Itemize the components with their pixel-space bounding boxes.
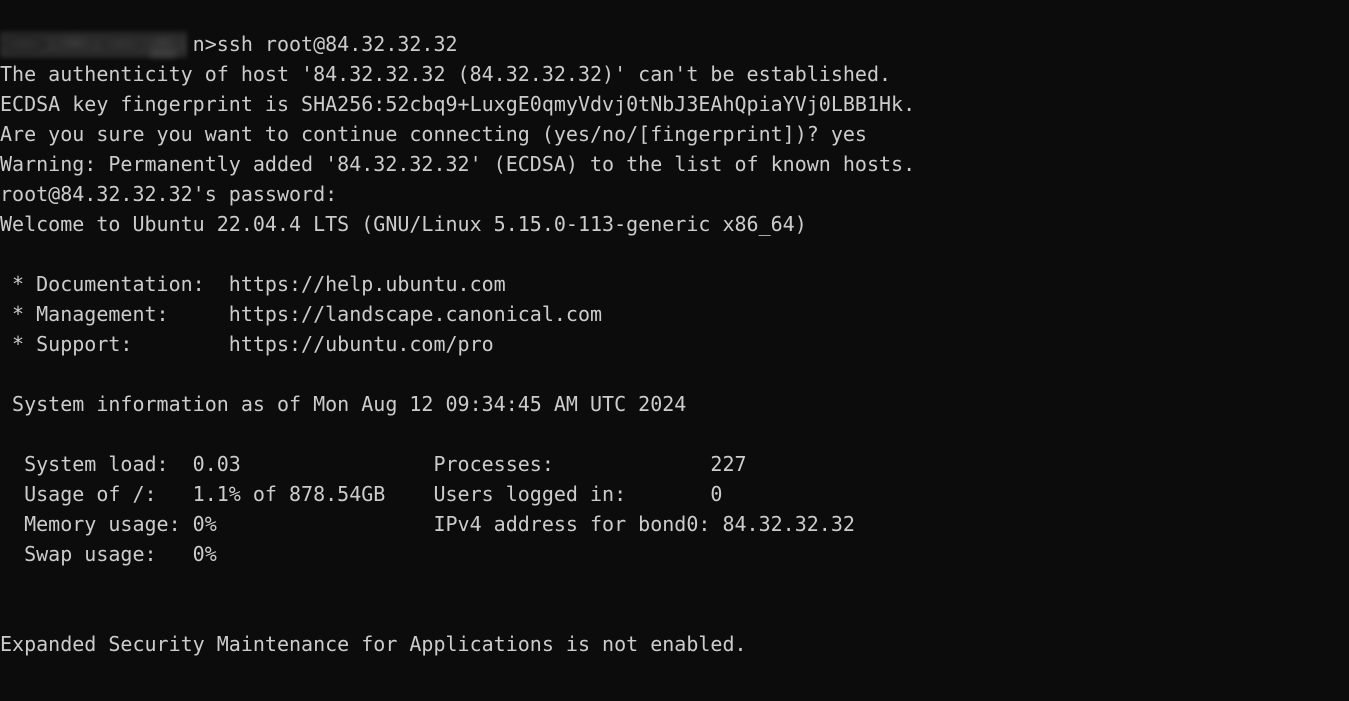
redacted-prompt-blur-tail [150,48,176,58]
terminal-line-stat-row-3: Memory usage: 0% IPv4 address for bond0:… [0,512,855,536]
terminal-line-blank-3 [0,419,1349,449]
terminal-line-link-support: * Support: https://ubuntu.com/pro [0,332,494,356]
terminal-line-password-prompt: root@84.32.32.32's password: [0,182,338,206]
terminal-line-esm-notice: Expanded Security Maintenance for Applic… [0,632,747,656]
terminal-window[interactable]: n>ssh root@84.32.32.32 The authenticity o… [0,0,1349,701]
terminal-line-continue-prompt: Are you sure you want to continue connec… [0,122,867,146]
terminal-line-host-authenticity: The authenticity of host '84.32.32.32 (8… [0,62,892,86]
terminal-line-blank-2 [0,359,1349,389]
terminal-line-stat-row-4: Swap usage: 0% [0,542,217,566]
terminal-line-blank-1 [0,239,1349,269]
terminal-line-blank-5 [0,599,1349,629]
terminal-line-link-management: * Management: https://landscape.canonica… [0,302,603,326]
terminal-line-welcome-banner: Welcome to Ubuntu 22.04.4 LTS (GNU/Linux… [0,212,807,236]
terminal-line-stat-row-1: System load: 0.03 Processes: 227 [0,452,747,476]
terminal-line-stat-row-2: Usage of /: 1.1% of 878.54GB Users logge… [0,482,723,506]
terminal-output: n>ssh root@84.32.32.32 The authenticity o… [0,29,1349,659]
terminal-line-blank-4 [0,569,1349,599]
terminal-line-known-hosts-warning: Warning: Permanently added '84.32.32.32'… [0,152,916,176]
terminal-line-link-documentation: * Documentation: https://help.ubuntu.com [0,272,506,296]
terminal-line-system-info-header: System information as of Mon Aug 12 09:3… [0,392,687,416]
terminal-line-ecdsa-fingerprint: ECDSA key fingerprint is SHA256:52cbq9+L… [0,92,916,116]
terminal-line-prompt-command: n>ssh root@84.32.32.32 [0,32,458,56]
